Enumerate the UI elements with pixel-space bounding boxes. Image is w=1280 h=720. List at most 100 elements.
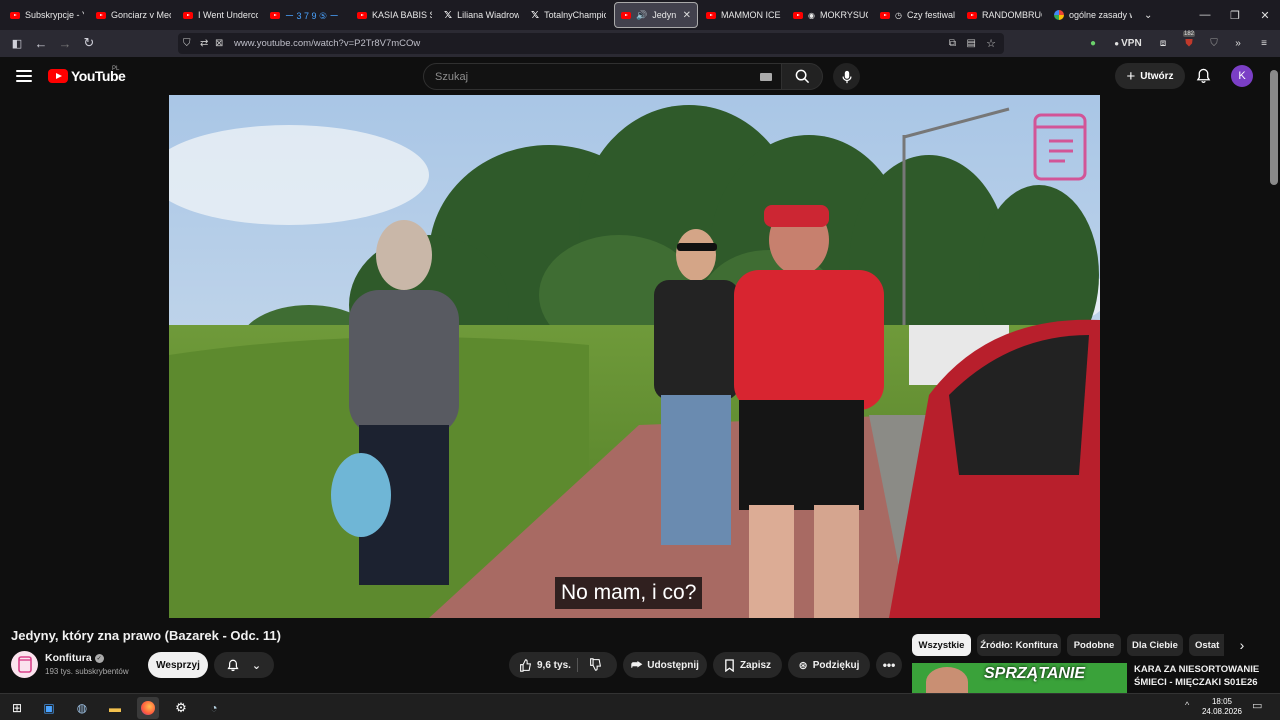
bookmark-star-icon[interactable]: ☆ [986, 37, 996, 50]
tray-expand-icon[interactable]: ^ [1185, 700, 1189, 710]
chips-next-button[interactable]: › [1230, 634, 1254, 656]
share-button[interactable]: ⮫ Udostępnij [623, 652, 707, 678]
browser-tab[interactable]: ogólne zasady w [1048, 2, 1138, 28]
subscription-notifications-button[interactable]: ⌄ [214, 652, 274, 678]
ublock-icon: ⛊ [1185, 38, 1193, 49]
video-frame[interactable] [169, 95, 1100, 618]
sidebar-icon: ◧ [11, 37, 23, 50]
dislike-button[interactable] [589, 658, 602, 674]
guide-menu-button[interactable] [16, 70, 32, 82]
browser-tab[interactable]: ー 3 7 9 ⑤ ー [264, 2, 351, 28]
taskbar-app[interactable]: ⚙ [170, 697, 192, 719]
search-input[interactable]: Szukaj [423, 63, 783, 90]
browser-tab[interactable]: Gonciarz v Meci [90, 2, 177, 28]
video-player[interactable] [169, 95, 1100, 618]
video-caption: No mam, i co? [555, 577, 703, 609]
recommendation-title[interactable]: KARA ZA NIESORTOWANIE ŚMIECI - MIĘCZAKI … [1134, 663, 1264, 689]
arrow-right-icon: → [58, 35, 72, 51]
minimize-button[interactable]: — [1190, 0, 1220, 30]
more-tools-button[interactable]: » [1230, 35, 1246, 52]
browser-tab[interactable]: ◉MOKRYSUCI [787, 2, 874, 28]
chevron-right-icon: › [1239, 637, 1245, 653]
record-icon: ◉ [808, 10, 815, 20]
browser-tab[interactable]: I Went Undercov [177, 2, 264, 28]
puzzle-extension-button[interactable]: ⧈ [1155, 35, 1171, 52]
taskbar-app[interactable]: ▣ [38, 697, 60, 719]
x-icon: 𝕏 [444, 9, 453, 21]
keyboard-icon[interactable] [760, 73, 772, 81]
search-button[interactable] [781, 63, 823, 90]
start-button[interactable]: ⊞ [6, 697, 28, 719]
browser-tab[interactable]: KASIA BABIS SZC [351, 2, 438, 28]
account-avatar[interactable]: K [1231, 65, 1253, 87]
puzzle-icon: ⧈ [1159, 38, 1167, 49]
more-actions-button[interactable]: ••• [876, 652, 902, 678]
shield-icon[interactable]: ⛉ [183, 38, 191, 49]
notifications-button[interactable] [1193, 66, 1213, 86]
blocked-media-icon[interactable]: ⊠ [215, 38, 223, 49]
youtube-icon [793, 11, 803, 19]
browser-tab[interactable]: Subskrypcje - Yo [4, 2, 90, 28]
forward-button[interactable]: → [55, 33, 75, 53]
extension-button[interactable]: ● [1086, 35, 1100, 52]
close-icon: ✕ [1260, 9, 1270, 22]
save-button[interactable]: Zapisz [713, 652, 782, 678]
voice-search-button[interactable] [833, 63, 860, 90]
support-button[interactable]: Wesprzyj [148, 652, 208, 678]
gear-icon: ⚙ [175, 700, 187, 715]
like-dislike-group: 9,6 tys. [509, 652, 617, 678]
firefox-icon [141, 701, 155, 715]
chip-for-you[interactable]: Dla Ciebie [1127, 634, 1183, 656]
shield-icon: ⛉ [1210, 38, 1218, 49]
windows-icon: ⊞ [11, 701, 23, 715]
maximize-button[interactable]: ❐ [1220, 0, 1250, 30]
vpn-icon: ● [1114, 39, 1120, 48]
privacy-badger-button[interactable]: ⛉ [1206, 35, 1222, 52]
like-button[interactable]: 9,6 tys. [519, 658, 571, 672]
tab-list-button[interactable]: ⌄ [1138, 2, 1168, 28]
windows-taskbar: ⊞ ▣ ◍ ▬ ⚙ ◔ ^ 18:05 24.08.2026 ▭ [0, 693, 1280, 720]
speaker-icon[interactable]: 🔊 [636, 10, 647, 21]
thumbnail-text: SPRZĄTANIE [984, 665, 1086, 682]
recommendation-thumbnail[interactable]: SPRZĄTANIE [912, 663, 1127, 693]
close-window-button[interactable]: ✕ [1250, 0, 1280, 30]
taskbar-app[interactable]: ◔ [203, 697, 225, 719]
reader-view-icon[interactable]: ▤ [967, 38, 976, 49]
menu-button[interactable]: ≡ [1256, 35, 1272, 52]
ublock-button[interactable]: ⛊ 182 [1180, 31, 1198, 52]
close-tab-icon[interactable]: ✕ [683, 10, 691, 21]
browser-tab[interactable]: MAMMON ICEBI [700, 2, 787, 28]
url-text[interactable]: www.youtube.com/watch?v=P2Tr8V7mCOw [234, 38, 420, 49]
channel-avatar[interactable] [11, 651, 38, 678]
vpn-button[interactable]: ● VPN [1110, 35, 1146, 52]
taskbar-app[interactable]: ▬ [104, 697, 126, 719]
chip-source[interactable]: Źródło: Konfitura [977, 634, 1061, 656]
browser-tab[interactable]: RANDOMBRUCE [961, 2, 1048, 28]
notification-center-icon[interactable]: ▭ [1252, 699, 1262, 712]
create-button[interactable]: + Utwórz [1115, 63, 1185, 89]
permissions-icon[interactable]: ⇄ [200, 38, 208, 49]
chip-all[interactable]: Wszystkie [912, 634, 971, 656]
browser-tab-active[interactable]: 🔊Jedyny, kt✕ [614, 2, 698, 28]
back-button[interactable]: ← [31, 33, 51, 53]
browser-tab[interactable]: ◷ Czy festiwal [874, 2, 961, 28]
browser-tab[interactable]: 𝕏 TotalnyChampic [525, 2, 612, 28]
youtube-icon [183, 11, 193, 19]
browser-tab[interactable]: 𝕏 Liliana Wiadrow [438, 2, 525, 28]
thanks-button[interactable]: ⊛ Podziękuj [788, 652, 870, 678]
scrollbar-thumb[interactable] [1270, 70, 1278, 185]
search-icon [795, 69, 809, 84]
youtube-logo[interactable]: YouTube PL [48, 66, 126, 84]
chip-recent[interactable]: Ostat [1189, 634, 1224, 656]
url-bar[interactable]: ⛉ ⇄ ⊠ www.youtube.com/watch?v=P2Tr8V7mCO… [178, 33, 1004, 54]
taskbar-app-firefox[interactable] [137, 697, 159, 719]
sidebar-toggle-button[interactable]: ◧ [7, 33, 27, 53]
channel-name[interactable]: Konfitura ✓ [45, 652, 104, 664]
youtube-icon [880, 11, 890, 19]
chip-related[interactable]: Podobne [1067, 634, 1121, 656]
reload-button[interactable]: ↻ [79, 33, 99, 53]
taskbar-app[interactable]: ◍ [71, 697, 93, 719]
system-clock[interactable]: 18:05 24.08.2026 [1200, 697, 1244, 717]
microphone-icon [841, 70, 852, 83]
picture-in-picture-icon[interactable]: ⧉ [949, 38, 956, 49]
